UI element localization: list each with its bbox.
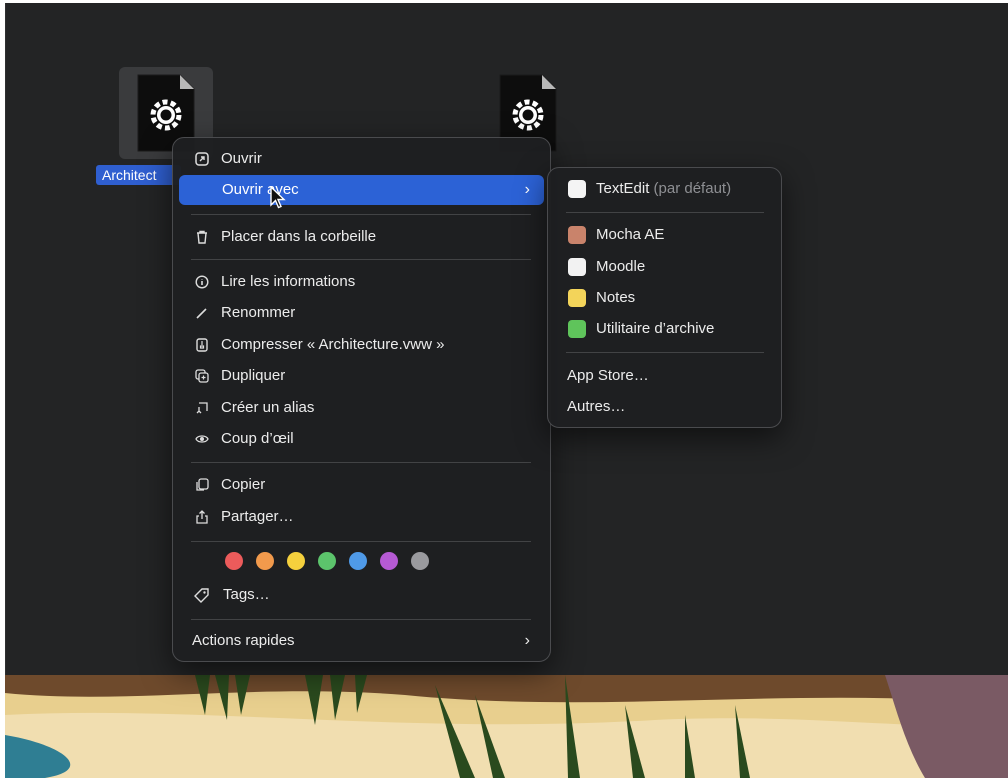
submenu-item-notes[interactable]: Notes bbox=[554, 283, 776, 313]
submenu-separator bbox=[566, 352, 764, 353]
menu-item-label: Copier bbox=[221, 476, 266, 493]
default-app-name: TextEdit bbox=[596, 180, 650, 197]
open-with-submenu: TextEdit (par défaut) Mocha AE Moodle No… bbox=[547, 167, 782, 428]
menu-item-make-alias[interactable]: Créer un alias bbox=[179, 393, 544, 423]
submenu-item-mocha-ae[interactable]: Mocha AE bbox=[554, 220, 776, 250]
menu-separator bbox=[191, 541, 531, 542]
submenu-item-textedit[interactable]: TextEdit (par défaut) bbox=[554, 174, 776, 204]
default-app-suffix: (par défaut) bbox=[653, 180, 732, 197]
menu-separator bbox=[191, 462, 531, 463]
submenu-item-label: Autres… bbox=[567, 398, 626, 415]
menu-item-label: Partager… bbox=[221, 508, 294, 525]
chevron-right-icon: › bbox=[524, 632, 530, 649]
alias-icon bbox=[196, 402, 208, 414]
menu-separator bbox=[191, 619, 531, 620]
submenu-item-label: Utilitaire d’archive bbox=[596, 320, 715, 337]
submenu-separator bbox=[566, 212, 764, 213]
submenu-item-archive-utility[interactable]: Utilitaire d’archive bbox=[554, 314, 776, 344]
menu-item-copy[interactable]: Copier bbox=[179, 470, 544, 500]
menu-item-share[interactable]: Partager… bbox=[179, 502, 544, 532]
menu-item-quick-look[interactable]: Coup d’œil bbox=[179, 424, 544, 454]
moodle-app-icon bbox=[568, 258, 586, 276]
notes-app-icon bbox=[568, 289, 586, 307]
menu-item-label: Créer un alias bbox=[221, 399, 315, 416]
menu-item-label: Dupliquer bbox=[221, 367, 286, 384]
open-icon bbox=[195, 152, 209, 166]
submenu-item-label: Moodle bbox=[596, 258, 646, 275]
menu-item-label: Compresser « Architecture.vww » bbox=[221, 336, 445, 353]
pencil-icon bbox=[196, 308, 207, 319]
eye-icon bbox=[195, 435, 209, 443]
copy-icon bbox=[196, 478, 209, 491]
tag-red-dot[interactable] bbox=[225, 552, 243, 570]
menu-item-label: Tags… bbox=[223, 586, 270, 603]
info-icon bbox=[195, 275, 209, 289]
menu-item-label: Lire les informations bbox=[221, 273, 356, 290]
menu-item-open-with[interactable]: Ouvrir avec › bbox=[179, 175, 544, 205]
tag-blue-dot[interactable] bbox=[349, 552, 367, 570]
submenu-item-label: TextEdit (par défaut) bbox=[596, 174, 731, 204]
menu-item-label: Ouvrir avec bbox=[222, 181, 299, 198]
file-name-label[interactable]: Architect bbox=[96, 165, 181, 185]
menu-separator bbox=[191, 259, 531, 260]
menu-item-trash[interactable]: Placer dans la corbeille bbox=[179, 222, 544, 252]
desktop-wallpaper bbox=[5, 675, 1008, 778]
archive-utility-app-icon bbox=[568, 320, 586, 338]
duplicate-icon bbox=[195, 369, 209, 383]
menu-item-label: Placer dans la corbeille bbox=[221, 228, 377, 245]
context-menu: Ouvrir Ouvrir avec › Placer dans la corb… bbox=[172, 137, 551, 662]
tag-gray-dot[interactable] bbox=[411, 552, 429, 570]
submenu-item-label: App Store… bbox=[567, 367, 649, 384]
submenu-item-app-store[interactable]: App Store… bbox=[554, 361, 776, 391]
menu-item-label: Renommer bbox=[221, 304, 296, 321]
menu-item-open[interactable]: Ouvrir bbox=[179, 144, 544, 174]
trash-icon bbox=[197, 230, 207, 244]
textedit-app-icon bbox=[568, 180, 586, 198]
menu-item-tags[interactable]: Tags… bbox=[179, 580, 544, 610]
mouse-pointer-icon bbox=[270, 186, 286, 209]
submenu-item-moodle[interactable]: Moodle bbox=[554, 252, 776, 282]
menu-item-label: Ouvrir bbox=[221, 150, 262, 167]
menu-item-compress[interactable]: Compresser « Architecture.vww » bbox=[179, 330, 544, 360]
menu-item-get-info[interactable]: Lire les informations bbox=[179, 267, 544, 297]
submenu-item-label: Mocha AE bbox=[596, 226, 665, 243]
menu-item-label: Actions rapides bbox=[192, 632, 295, 649]
menu-item-rename[interactable]: Renommer bbox=[179, 298, 544, 328]
tag-green-dot[interactable] bbox=[318, 552, 336, 570]
menu-item-quick-actions[interactable]: Actions rapides › bbox=[179, 626, 544, 656]
menu-item-duplicate[interactable]: Dupliquer bbox=[179, 361, 544, 391]
submenu-item-others[interactable]: Autres… bbox=[554, 392, 776, 422]
tag-orange-dot[interactable] bbox=[256, 552, 274, 570]
mocha-ae-app-icon bbox=[568, 226, 586, 244]
chevron-right-icon: › bbox=[524, 181, 530, 198]
tag-yellow-dot[interactable] bbox=[287, 552, 305, 570]
menu-item-label: Coup d’œil bbox=[221, 430, 294, 447]
tag-purple-dot[interactable] bbox=[380, 552, 398, 570]
submenu-item-label: Notes bbox=[596, 289, 636, 306]
tag-icon bbox=[194, 588, 209, 603]
share-icon bbox=[196, 510, 208, 524]
archive-icon bbox=[196, 338, 208, 352]
menu-separator bbox=[191, 214, 531, 215]
